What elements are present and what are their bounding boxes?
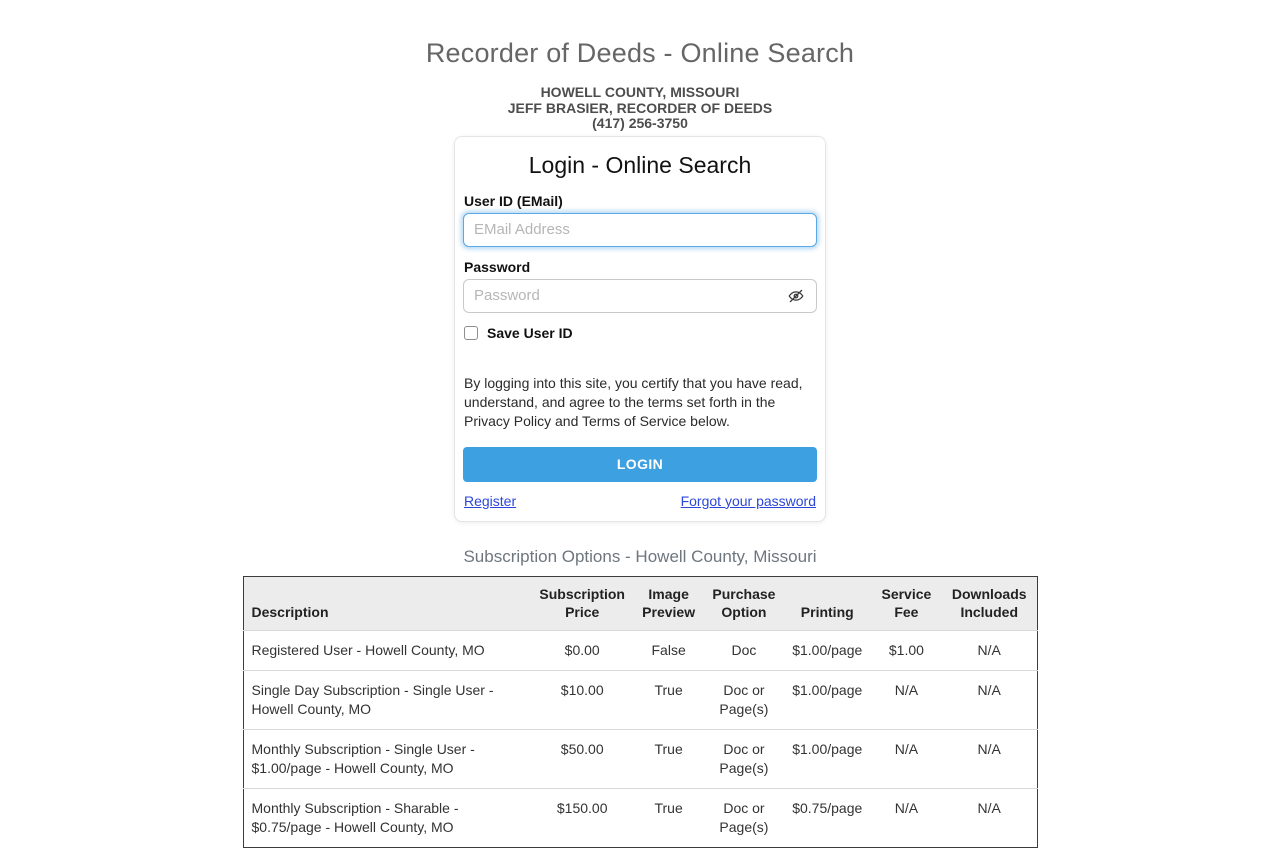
save-user-id-checkbox[interactable] [464,326,478,340]
cell-purchase-option: Doc [704,630,783,670]
cell-service-fee: $1.00 [871,630,942,670]
cell-description: Monthly Subscription - Single User - $1.… [243,729,531,788]
column-header-printing: Printing [784,576,871,630]
cell-purchase-option: Doc or Page(s) [704,729,783,788]
cell-printing: $1.00/page [784,630,871,670]
password-field[interactable] [463,279,817,313]
email-field[interactable] [463,213,817,247]
cell-description: Registered User - Howell County, MO [243,630,531,670]
cell-subscription-price: $10.00 [531,670,633,729]
cell-subscription-price: $50.00 [531,729,633,788]
county-name: HOWELL COUNTY, MISSOURI [0,85,1280,101]
column-header-subscription-price: Subscription Price [531,576,633,630]
cell-subscription-price: $0.00 [531,630,633,670]
table-row: Registered User - Howell County, MO $0.0… [243,630,1037,670]
save-user-id-label: Save User ID [487,325,573,341]
cell-image-preview: True [633,788,704,847]
cell-service-fee: N/A [871,670,942,729]
subscription-table: Description Subscription Price Image Pre… [243,576,1038,848]
recorder-name: JEFF BRASIER, RECORDER OF DEEDS [0,101,1280,117]
cell-image-preview: True [633,670,704,729]
login-title: Login - Online Search [463,152,817,179]
register-link[interactable]: Register [464,493,516,509]
forgot-password-link[interactable]: Forgot your password [681,493,816,509]
eye-slash-icon[interactable] [786,287,806,305]
cell-subscription-price: $150.00 [531,788,633,847]
table-row: Monthly Subscription - Sharable - $0.75/… [243,788,1037,847]
cell-printing: $0.75/page [784,788,871,847]
table-header-row: Description Subscription Price Image Pre… [243,576,1037,630]
cell-downloads-included: N/A [942,630,1037,670]
cell-service-fee: N/A [871,729,942,788]
cell-printing: $1.00/page [784,670,871,729]
page-title: Recorder of Deeds - Online Search [0,38,1280,69]
cell-service-fee: N/A [871,788,942,847]
column-header-image-preview: Image Preview [633,576,704,630]
column-header-downloads-included: Downloads Included [942,576,1037,630]
cell-image-preview: False [633,630,704,670]
column-header-description: Description [243,576,531,630]
subscription-title: Subscription Options - Howell County, Mi… [0,547,1280,567]
cell-image-preview: True [633,729,704,788]
cell-description: Single Day Subscription - Single User - … [243,670,531,729]
user-id-label: User ID (EMail) [464,193,817,209]
cell-downloads-included: N/A [942,670,1037,729]
table-row: Monthly Subscription - Single User - $1.… [243,729,1037,788]
column-header-service-fee: Service Fee [871,576,942,630]
column-header-purchase-option: Purchase Option [704,576,783,630]
cell-printing: $1.00/page [784,729,871,788]
login-card: Login - Online Search User ID (EMail) Pa… [454,136,826,522]
cell-purchase-option: Doc or Page(s) [704,788,783,847]
phone-number: (417) 256-3750 [0,116,1280,132]
cell-downloads-included: N/A [942,729,1037,788]
login-button[interactable]: LOGIN [463,447,817,482]
password-label: Password [464,259,817,275]
cell-purchase-option: Doc or Page(s) [704,670,783,729]
cell-downloads-included: N/A [942,788,1037,847]
cell-description: Monthly Subscription - Sharable - $0.75/… [243,788,531,847]
table-row: Single Day Subscription - Single User - … [243,670,1037,729]
county-header: HOWELL COUNTY, MISSOURI JEFF BRASIER, RE… [0,85,1280,132]
terms-text: By logging into this site, you certify t… [464,374,809,431]
